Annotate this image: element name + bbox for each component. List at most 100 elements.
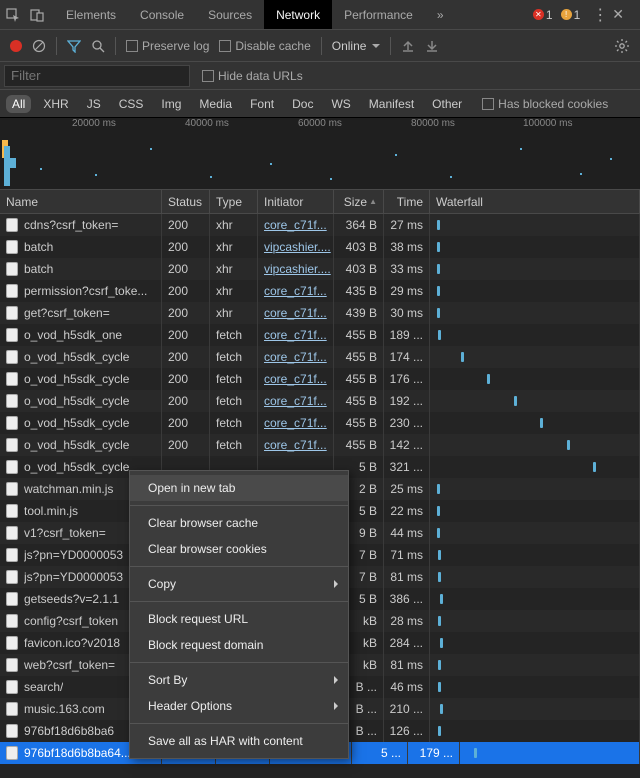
- preserve-log-checkbox[interactable]: Preserve log: [126, 39, 209, 53]
- disable-cache-checkbox[interactable]: Disable cache: [219, 39, 310, 53]
- table-header: Name Status Type Initiator Size▲ Time Wa…: [0, 190, 640, 214]
- file-icon: [6, 614, 18, 628]
- waterfall-bar: [437, 308, 440, 318]
- table-row[interactable]: get?csrf_token=200xhrcore_c71f...439 B30…: [0, 302, 640, 324]
- table-row[interactable]: o_vod_h5sdk_cycle200fetchcore_c71f...455…: [0, 390, 640, 412]
- table-row[interactable]: o_vod_h5sdk_cycle200fetchcore_c71f...455…: [0, 346, 640, 368]
- table-row[interactable]: o_vod_h5sdk_cycle200fetchcore_c71f...455…: [0, 412, 640, 434]
- timeline-tick: 80000 ms: [411, 118, 455, 129]
- table-row[interactable]: cdns?csrf_token=200xhrcore_c71f...364 B2…: [0, 214, 640, 236]
- clear-icon[interactable]: [32, 39, 46, 53]
- tab-performance[interactable]: Performance: [332, 0, 425, 29]
- search-icon[interactable]: [91, 39, 105, 53]
- col-type[interactable]: Type: [210, 190, 258, 213]
- file-icon: [6, 416, 18, 430]
- col-size[interactable]: Size▲: [334, 190, 384, 213]
- col-status[interactable]: Status: [162, 190, 210, 213]
- error-badge[interactable]: ✕1: [533, 8, 553, 22]
- table-row[interactable]: o_vod_h5sdk_one200fetchcore_c71f...455 B…: [0, 324, 640, 346]
- filter-tag-font[interactable]: Font: [244, 95, 280, 113]
- initiator-link[interactable]: core_c71f...: [264, 416, 327, 430]
- filter-tag-all[interactable]: All: [6, 95, 31, 113]
- col-waterfall[interactable]: Waterfall: [430, 190, 640, 213]
- menu-item[interactable]: Header Options: [130, 693, 348, 719]
- waterfall-bar: [437, 264, 440, 274]
- col-name[interactable]: Name: [0, 190, 162, 213]
- menu-item[interactable]: Copy: [130, 571, 348, 597]
- kebab-menu-icon[interactable]: ⋮: [592, 5, 608, 25]
- file-icon: [6, 592, 18, 606]
- waterfall-bar: [461, 352, 464, 362]
- menu-item[interactable]: Clear browser cache: [130, 510, 348, 536]
- initiator-link[interactable]: core_c71f...: [264, 306, 327, 320]
- inspect-icon[interactable]: [6, 8, 20, 22]
- initiator-link[interactable]: vipcashier....: [264, 262, 331, 276]
- initiator-link[interactable]: core_c71f...: [264, 438, 327, 452]
- table-row[interactable]: batch200xhrvipcashier....403 B33 ms: [0, 258, 640, 280]
- initiator-link[interactable]: core_c71f...: [264, 328, 327, 342]
- download-icon[interactable]: [425, 39, 439, 53]
- waterfall-bar: [437, 242, 440, 252]
- warning-badge[interactable]: !1: [561, 8, 581, 22]
- file-icon: [6, 548, 18, 562]
- filter-tag-media[interactable]: Media: [193, 95, 238, 113]
- file-icon: [6, 284, 18, 298]
- file-icon: [6, 482, 18, 496]
- filter-tag-img[interactable]: Img: [155, 95, 187, 113]
- filter-tag-other[interactable]: Other: [426, 95, 468, 113]
- initiator-link[interactable]: core_c71f...: [264, 284, 327, 298]
- table-row[interactable]: batch200xhrvipcashier....403 B38 ms: [0, 236, 640, 258]
- settings-icon[interactable]: [614, 38, 630, 54]
- file-icon: [6, 460, 18, 474]
- throttling-select[interactable]: Online: [332, 39, 381, 53]
- hide-data-urls-checkbox[interactable]: Hide data URLs: [202, 69, 303, 83]
- filter-tag-manifest[interactable]: Manifest: [363, 95, 420, 113]
- close-icon[interactable]: ✕: [612, 6, 624, 23]
- tab-console[interactable]: Console: [128, 0, 196, 29]
- table-row[interactable]: o_vod_h5sdk_cycle200fetchcore_c71f...455…: [0, 434, 640, 456]
- initiator-link[interactable]: core_c71f...: [264, 394, 327, 408]
- timeline-tick: 60000 ms: [298, 118, 342, 129]
- waterfall-bar: [474, 748, 477, 758]
- blocked-cookies-checkbox[interactable]: Has blocked cookies: [482, 97, 608, 111]
- col-initiator[interactable]: Initiator: [258, 190, 334, 213]
- device-icon[interactable]: [30, 8, 44, 22]
- file-icon: [6, 702, 18, 716]
- waterfall-bar: [438, 616, 441, 626]
- menu-item[interactable]: Open in new tab: [130, 475, 348, 501]
- initiator-link[interactable]: core_c71f...: [264, 218, 327, 232]
- table-row[interactable]: permission?csrf_toke...200xhrcore_c71f..…: [0, 280, 640, 302]
- tab-network[interactable]: Network: [264, 0, 332, 29]
- waterfall-bar: [438, 726, 441, 736]
- upload-icon[interactable]: [401, 39, 415, 53]
- waterfall-bar: [438, 330, 441, 340]
- menu-item[interactable]: Block request URL: [130, 606, 348, 632]
- waterfall-bar: [593, 462, 596, 472]
- filter-tag-css[interactable]: CSS: [113, 95, 150, 113]
- menu-item[interactable]: Block request domain: [130, 632, 348, 658]
- table-row[interactable]: o_vod_h5sdk_cycle200fetchcore_c71f...455…: [0, 368, 640, 390]
- filter-tag-js[interactable]: JS: [81, 95, 107, 113]
- waterfall-bar: [437, 506, 440, 516]
- tab-sources[interactable]: Sources: [196, 0, 264, 29]
- timeline-overview[interactable]: 20000 ms40000 ms60000 ms80000 ms100000 m…: [0, 118, 640, 190]
- filter-tag-xhr[interactable]: XHR: [37, 95, 74, 113]
- menu-item[interactable]: Sort By: [130, 667, 348, 693]
- initiator-link[interactable]: core_c71f...: [264, 372, 327, 386]
- menu-item[interactable]: Save all as HAR with content: [130, 728, 348, 754]
- menu-item[interactable]: Clear browser cookies: [130, 536, 348, 562]
- more-tabs[interactable]: »: [425, 8, 456, 22]
- file-icon: [6, 438, 18, 452]
- timeline-tick: 100000 ms: [523, 118, 572, 129]
- tab-elements[interactable]: Elements: [54, 0, 128, 29]
- file-icon: [6, 240, 18, 254]
- initiator-link[interactable]: core_c71f...: [264, 350, 327, 364]
- filter-tag-doc[interactable]: Doc: [286, 95, 319, 113]
- col-time[interactable]: Time: [384, 190, 430, 213]
- initiator-link[interactable]: vipcashier....: [264, 240, 331, 254]
- filter-input[interactable]: [4, 65, 190, 87]
- filter-tag-ws[interactable]: WS: [325, 95, 356, 113]
- filter-bar: Hide data URLs: [0, 62, 640, 90]
- record-icon[interactable]: [10, 40, 22, 52]
- filter-icon[interactable]: [67, 39, 81, 53]
